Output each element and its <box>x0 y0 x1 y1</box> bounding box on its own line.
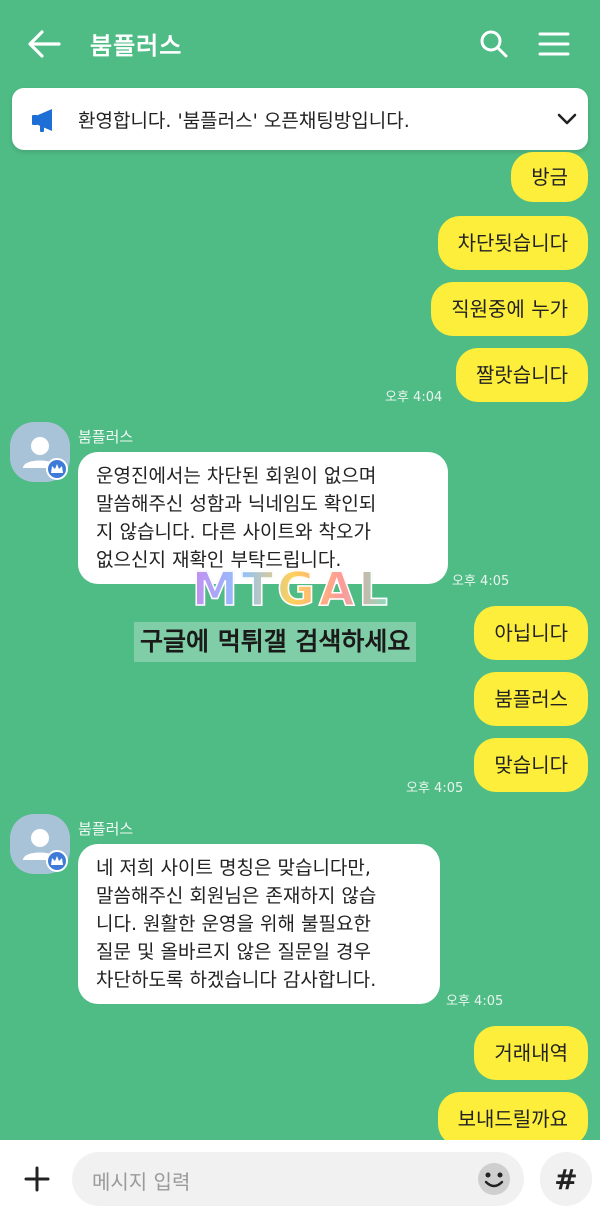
my-message-bubble[interactable]: 보내드릴까요 <box>437 1092 588 1146</box>
attach-button[interactable] <box>14 1156 60 1202</box>
notice-banner[interactable]: 환영합니다. '붐플러스' 오픈채팅방입니다. <box>12 88 588 150</box>
sender-name: 붐플러스 <box>78 428 134 446</box>
message-input-bar: 메시지 입력 # <box>0 1140 600 1217</box>
chat-title: 붐플러스 <box>90 32 183 60</box>
message-timestamp: 오후 4:05 <box>446 994 504 1009</box>
notice-text: 환영합니다. '붐플러스' 오픈채팅방입니다. <box>78 110 410 132</box>
sender-name: 붐플러스 <box>78 820 134 838</box>
hashtag-button[interactable]: # <box>540 1152 592 1206</box>
megaphone-icon <box>32 109 52 132</box>
watermark-logo-text: MTGAL <box>191 561 392 617</box>
message-line: 운영진에서는 차단된 회원이 없으며 <box>96 465 377 487</box>
chevron-down-icon[interactable] <box>554 106 580 132</box>
my-message-bubble[interactable]: 방금 <box>511 152 588 202</box>
my-message-bubble[interactable]: 직원중에 누가 <box>431 282 588 336</box>
message-timestamp: 오후 4:04 <box>385 390 443 405</box>
other-message-bubble[interactable]: 네 저희 사이트 명칭은 맞습니다만, 말씀해주신 회원님은 존재하지 않습 니… <box>78 844 440 1004</box>
search-button[interactable] <box>472 22 516 66</box>
back-button[interactable] <box>22 22 66 66</box>
my-message-bubble[interactable]: 붐플러스 <box>474 672 588 726</box>
watermark-logo: MTGAL <box>191 561 392 617</box>
back-arrow-icon <box>28 30 61 58</box>
search-icon <box>480 30 508 58</box>
emoji-icon[interactable] <box>476 1161 512 1197</box>
crown-icon <box>46 850 68 872</box>
message-line: 말씀해주신 회원님은 존재하지 않습 <box>96 885 377 907</box>
message-line: 니다. 원활한 운영을 위해 불필요한 <box>96 913 371 935</box>
message-line: 말씀해주신 성함과 닉네임도 확인되 <box>96 493 377 515</box>
my-message-bubble[interactable]: 아닙니다 <box>474 606 588 660</box>
message-line: 지 않습니다. 다른 사이트와 착오가 <box>96 521 371 543</box>
message-line: 차단하도록 하겠습니다 감사합니다. <box>96 969 377 991</box>
watermark-caption: 구글에 먹튀갤 검색하세요 <box>134 622 417 662</box>
hamburger-menu-icon <box>538 32 570 56</box>
menu-button[interactable] <box>532 22 576 66</box>
my-message-bubble[interactable]: 차단됫습니다 <box>437 216 588 270</box>
message-input[interactable]: 메시지 입력 <box>72 1152 524 1206</box>
crown-icon <box>46 458 68 480</box>
chat-header: 붐플러스 <box>0 0 600 86</box>
my-message-bubble[interactable]: 짤랏습니다 <box>456 348 588 402</box>
my-message-bubble[interactable]: 맞습니다 <box>474 738 588 792</box>
message-line: 네 저희 사이트 명칭은 맞습니다만, <box>96 857 371 879</box>
message-timestamp: 오후 4:05 <box>406 781 464 796</box>
plus-icon <box>24 1166 50 1192</box>
message-input-placeholder: 메시지 입력 <box>92 1170 191 1194</box>
my-message-bubble[interactable]: 거래내역 <box>474 1026 588 1080</box>
message-line: 질문 및 올바르지 않은 질문일 경우 <box>96 941 371 963</box>
message-timestamp: 오후 4:05 <box>452 574 510 589</box>
